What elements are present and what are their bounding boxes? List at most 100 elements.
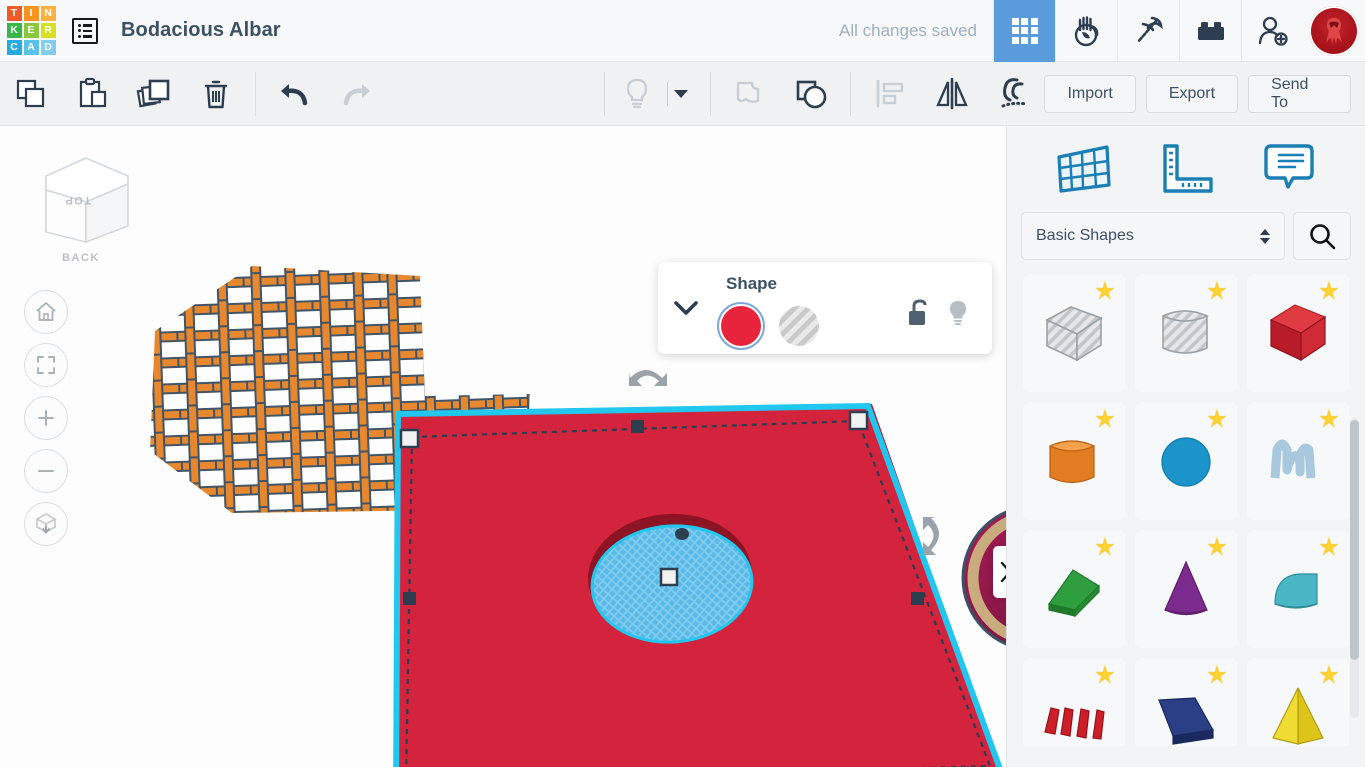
logo-cell-a-7: A <box>23 40 39 55</box>
invite-button[interactable] <box>1241 0 1303 62</box>
shape-cylinder-hole[interactable]: ★ <box>1135 274 1237 392</box>
show-hide-button[interactable] <box>613 62 661 126</box>
blue-sphere-art <box>1161 437 1211 487</box>
shape-pyramid[interactable]: ★ <box>1247 658 1349 746</box>
mirror-button[interactable] <box>921 62 983 126</box>
toolbar-divider-4 <box>850 71 852 116</box>
favorite-star-icon[interactable]: ★ <box>1318 279 1340 304</box>
list-icon <box>72 17 98 44</box>
align-button[interactable] <box>859 62 921 126</box>
side-panel-tabs <box>1007 126 1365 212</box>
favorite-star-icon[interactable]: ★ <box>1094 535 1116 560</box>
search-icon <box>1310 224 1336 250</box>
shape-cylinder[interactable]: ★ <box>1023 402 1125 520</box>
view-cube[interactable]: TOP BACK <box>34 154 134 264</box>
favorite-star-icon[interactable]: ★ <box>1318 663 1340 688</box>
tab-ruler[interactable] <box>1150 139 1222 199</box>
ortho-perspective-toggle[interactable] <box>24 502 68 546</box>
lego-brick-icon <box>1197 21 1224 40</box>
favorite-star-icon[interactable]: ★ <box>1206 279 1228 304</box>
blocks-view-button[interactable] <box>993 0 1055 62</box>
magnet-icon <box>1001 77 1029 107</box>
delete-button[interactable] <box>185 62 247 126</box>
copy-button[interactable] <box>0 62 62 126</box>
chevron-down-icon[interactable] <box>673 89 688 98</box>
import-button[interactable]: Import <box>1044 74 1136 113</box>
favorite-star-icon[interactable]: ★ <box>1206 407 1228 432</box>
logo-cell-e-4: E <box>23 23 39 38</box>
hole-swatch[interactable] <box>775 302 823 350</box>
project-list-button[interactable] <box>62 0 108 62</box>
shapes-scrollbar-thumb[interactable] <box>1350 420 1359 660</box>
viewport-nav-buttons <box>24 290 68 546</box>
panel-collapse-handle[interactable] <box>993 546 1006 598</box>
shape-round-roof[interactable]: ★ <box>1247 530 1349 648</box>
codeblocks-button[interactable] <box>1055 0 1117 62</box>
toolbar-divider-2 <box>604 71 606 116</box>
group-shapes-icon <box>736 81 760 103</box>
group-button[interactable] <box>719 62 781 126</box>
export-button[interactable]: Export <box>1145 74 1239 113</box>
caret-divider <box>666 81 668 106</box>
tab-notes[interactable] <box>1252 139 1324 199</box>
undo-button[interactable] <box>264 62 326 126</box>
shape-box[interactable]: ★ <box>1247 274 1349 392</box>
home-view-button[interactable] <box>24 290 68 334</box>
favorite-star-icon[interactable]: ★ <box>1094 663 1116 688</box>
scene-canvas[interactable] <box>0 126 1006 767</box>
solid-color-swatch[interactable] <box>717 302 765 350</box>
favorite-star-icon[interactable]: ★ <box>1206 535 1228 560</box>
scribble-art <box>1270 439 1316 479</box>
shape-cone[interactable]: ★ <box>1135 530 1237 648</box>
top-header-bar: TIN KER CAD Bodacious Albar All changes sa… <box>0 0 1365 62</box>
show-hide-dropdown[interactable] <box>661 81 702 106</box>
shape-scribble[interactable]: ★ <box>1247 402 1349 520</box>
shape-panel-title: Shape <box>726 274 778 293</box>
toolbar-divider <box>254 71 256 116</box>
favorite-star-icon[interactable]: ★ <box>1206 663 1228 688</box>
logo-cell-i-1: I <box>23 6 39 21</box>
chevron-down-icon <box>674 301 698 315</box>
unlocked-padlock-icon <box>909 298 927 325</box>
user-avatar-button[interactable] <box>1303 0 1365 62</box>
shape-roof[interactable]: ★ <box>1135 658 1237 746</box>
redo-button[interactable] <box>326 62 388 126</box>
ungroup-button[interactable] <box>781 62 843 126</box>
shape-wedge[interactable]: ★ <box>1023 530 1125 648</box>
lock-toggle-button[interactable] <box>906 298 932 333</box>
tab-workplane[interactable] <box>1048 139 1120 199</box>
favorite-star-icon[interactable]: ★ <box>1094 407 1116 432</box>
paste-button[interactable] <box>62 62 124 126</box>
zoom-in-button[interactable] <box>24 396 68 440</box>
shape-sphere[interactable]: ★ <box>1135 402 1237 520</box>
bricks-button[interactable] <box>1179 0 1241 62</box>
shape-text[interactable]: ★ <box>1023 658 1125 746</box>
tinkercad-logo[interactable]: TIN KER CAD <box>0 0 62 62</box>
avatar <box>1309 5 1359 56</box>
main-toolbar: Import Export Send To <box>0 62 1365 126</box>
3d-viewport[interactable]: TOP BACK Shape <box>0 126 1006 767</box>
minecraft-button[interactable] <box>1117 0 1179 62</box>
logo-cell-t-0: T <box>6 6 22 21</box>
favorite-star-icon[interactable]: ★ <box>1094 279 1116 304</box>
fit-to-view-button[interactable] <box>24 343 68 387</box>
trash-icon <box>204 80 228 108</box>
mandalorian-emblem-icon <box>1326 17 1342 44</box>
duplicate-button[interactable] <box>123 62 185 126</box>
logo-cell-d-8: D <box>40 40 56 55</box>
shape-search-button[interactable] <box>1293 212 1351 260</box>
zoom-out-button[interactable] <box>24 449 68 493</box>
hole-dot <box>779 306 819 346</box>
shape-category-select[interactable]: Basic Shapes <box>1021 212 1285 260</box>
send-to-button[interactable]: Send To <box>1248 74 1352 113</box>
copy-icon <box>16 79 44 107</box>
snap-magnet-button[interactable] <box>983 62 1045 126</box>
favorite-star-icon[interactable]: ★ <box>1318 535 1340 560</box>
favorite-star-icon[interactable]: ★ <box>1318 407 1340 432</box>
shape-panel-collapse-button[interactable] <box>658 262 714 354</box>
minus-icon <box>38 470 54 472</box>
rotate-top-handle <box>629 370 667 386</box>
shape-box-hole[interactable]: ★ <box>1023 274 1125 392</box>
visibility-toggle-button[interactable] <box>946 298 970 333</box>
yellow-pyramid-art <box>1272 687 1324 745</box>
